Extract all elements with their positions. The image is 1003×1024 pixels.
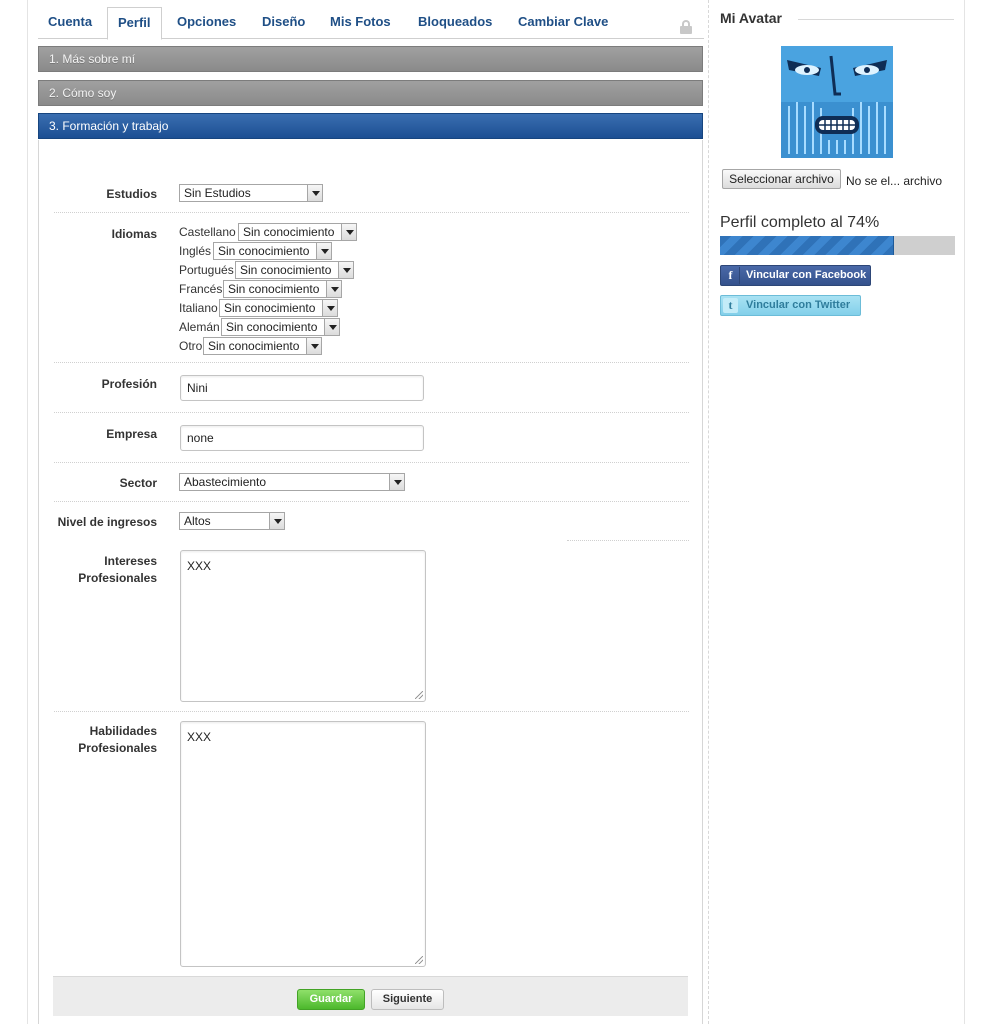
habilidades-label-line1: Habilidades [89, 724, 157, 738]
avatar-face-image [781, 46, 893, 158]
tab-bar: Cuenta Perfil Opciones Diseño Mis Fotos … [38, 6, 704, 40]
idioma-ingles-label: Inglés [179, 244, 212, 258]
main-content: Cuenta Perfil Opciones Diseño Mis Fotos … [38, 0, 704, 1024]
idioma-portugues-value: Sin conocimiento [240, 263, 332, 277]
divider [54, 212, 689, 213]
chevron-down-icon [322, 300, 337, 316]
tab-cuenta[interactable]: Cuenta [48, 8, 92, 39]
estudios-select[interactable]: Sin Estudios [179, 184, 323, 202]
chevron-down-icon [338, 262, 353, 278]
link-facebook-label: Vincular con Facebook [746, 269, 867, 281]
form-footer: Guardar Siguiente [53, 976, 688, 1016]
divider [54, 462, 689, 463]
column-divider [708, 0, 709, 1024]
sector-value: Abastecimiento [184, 475, 267, 489]
avatar [781, 46, 893, 158]
empresa-label: Empresa [106, 427, 157, 441]
choose-file-button[interactable]: Seleccionar archivo [722, 169, 841, 189]
idioma-castellano-select[interactable]: Sin conocimiento [238, 223, 357, 241]
siguiente-button[interactable]: Siguiente [371, 989, 444, 1010]
chevron-down-icon [389, 474, 404, 490]
idioma-aleman-select[interactable]: Sin conocimiento [221, 318, 340, 336]
facebook-icon: f [728, 268, 733, 282]
accordion-como-soy[interactable]: 2. Cómo soy [38, 80, 703, 106]
lock-icon [680, 20, 692, 34]
idioma-castellano-label: Castellano [179, 225, 236, 239]
sidebar: Mi Avatar Seleccionar archivo No se el..… [720, 0, 955, 1024]
habilidades-value: XXX [187, 730, 212, 744]
idioma-italiano-select[interactable]: Sin conocimiento [219, 299, 338, 317]
divider [798, 19, 954, 20]
profesion-label: Profesión [101, 377, 157, 391]
resize-grip-icon[interactable] [415, 956, 423, 964]
divider [54, 501, 689, 502]
profile-progress-fill [720, 236, 894, 255]
idioma-otro-select[interactable]: Sin conocimiento [203, 337, 322, 355]
tab-mis-fotos[interactable]: Mis Fotos [330, 8, 391, 39]
sector-select[interactable]: Abastecimiento [179, 473, 405, 491]
guardar-button[interactable]: Guardar [297, 989, 365, 1010]
chevron-down-icon [316, 243, 331, 259]
estudios-value: Sin Estudios [184, 186, 251, 200]
idioma-italiano-value: Sin conocimiento [224, 301, 316, 315]
divider [567, 540, 689, 541]
profesion-field[interactable]: Nini [180, 375, 424, 401]
chevron-down-icon [307, 185, 322, 201]
idioma-italiano-label: Italiano [179, 301, 218, 315]
divider [54, 362, 689, 363]
intereses-label: Intereses Profesionales [39, 553, 157, 587]
accordion-formacion-trabajo[interactable]: 3. Formación y trabajo [38, 113, 703, 139]
accordion-mas-sobre-mi[interactable]: 1. Más sobre mí [38, 46, 703, 72]
intereses-textarea[interactable]: XXX [180, 550, 426, 702]
ingresos-value: Altos [184, 514, 211, 528]
idioma-frances-select[interactable]: Sin conocimiento [223, 280, 342, 298]
sector-label: Sector [119, 476, 157, 490]
empresa-field[interactable]: none [180, 425, 424, 451]
habilidades-label: Habilidades Profesionales [39, 723, 157, 757]
tab-diseno[interactable]: Diseño [262, 8, 305, 39]
chevron-down-icon [269, 513, 284, 529]
form-panel: Estudios Sin Estudios Idiomas Castellano… [38, 140, 703, 1024]
idioma-otro-value: Sin conocimiento [208, 339, 300, 353]
divider [54, 711, 689, 712]
idioma-castellano-value: Sin conocimiento [243, 225, 335, 239]
idioma-frances-value: Sin conocimiento [228, 282, 320, 296]
chevron-down-icon [306, 338, 321, 354]
link-facebook-button[interactable]: f Vincular con Facebook [720, 265, 871, 286]
file-status: No se el... archivo [846, 174, 943, 188]
idioma-aleman-label: Alemán [179, 320, 220, 334]
habilidades-textarea[interactable]: XXX [180, 721, 426, 967]
chevron-down-icon [326, 281, 341, 297]
chevron-down-icon [324, 319, 339, 335]
avatar-title: Mi Avatar [720, 10, 782, 26]
link-twitter-label: Vincular con Twitter [746, 299, 851, 311]
tab-perfil[interactable]: Perfil [107, 7, 162, 40]
intereses-label-line2: Profesionales [78, 571, 157, 585]
intereses-value: XXX [187, 559, 212, 573]
idioma-portugues-label: Portugués [179, 263, 234, 277]
tab-bloqueados[interactable]: Bloqueados [418, 8, 492, 39]
twitter-icon: t [723, 298, 738, 313]
habilidades-label-line2: Profesionales [78, 741, 157, 755]
idioma-ingles-select[interactable]: Sin conocimiento [213, 242, 332, 260]
divider [54, 412, 689, 413]
tab-opciones[interactable]: Opciones [177, 8, 236, 39]
chevron-down-icon [341, 224, 356, 240]
idioma-aleman-value: Sin conocimiento [226, 320, 318, 334]
profile-progress-bar [720, 236, 955, 255]
tab-cambiar-clave[interactable]: Cambiar Clave [518, 8, 608, 39]
profile-complete-text: Perfil completo al 74% [720, 214, 880, 231]
estudios-label: Estudios [106, 187, 157, 201]
link-twitter-button[interactable]: t Vincular con Twitter [720, 295, 861, 316]
idioma-otro-label: Otro [179, 339, 203, 353]
idioma-ingles-value: Sin conocimiento [218, 244, 310, 258]
idioma-portugues-select[interactable]: Sin conocimiento [235, 261, 354, 279]
intereses-label-line1: Intereses [104, 554, 157, 568]
idioma-frances-label: Francés [179, 282, 223, 296]
ingresos-label: Nivel de ingresos [57, 515, 157, 529]
resize-grip-icon[interactable] [415, 691, 423, 699]
idiomas-label: Idiomas [111, 227, 157, 241]
ingresos-select[interactable]: Altos [179, 512, 285, 530]
